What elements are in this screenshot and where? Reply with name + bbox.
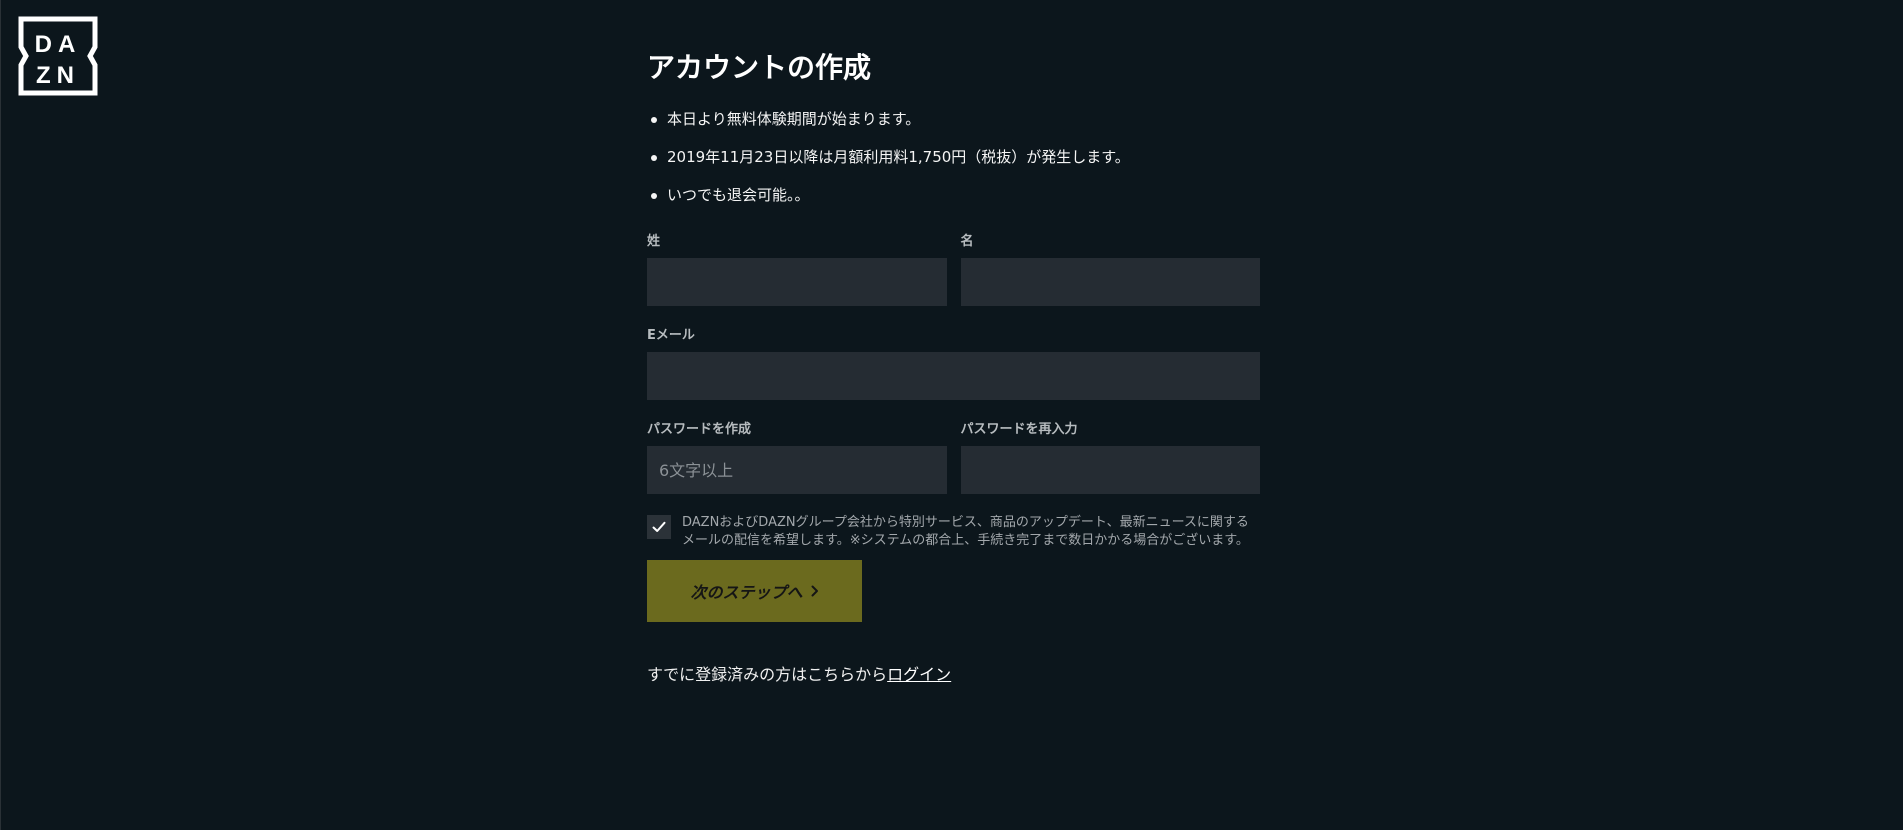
signup-page: DA ZN アカウントの作成 本日より無料体験期間が始まります。 2019年11… xyxy=(0,0,1903,830)
benefit-list: 本日より無料体験期間が始まります。 2019年11月23日以降は月額利用料1,7… xyxy=(647,108,1260,206)
password-field: パスワードを作成 xyxy=(647,422,947,494)
next-step-button[interactable]: 次のステップへ xyxy=(647,560,862,622)
password-confirm-field: パスワードを再入力 xyxy=(960,422,1260,494)
password-confirm-input[interactable] xyxy=(960,446,1260,494)
login-prompt: すでに登録済みの方はこちらからログイン xyxy=(647,664,1260,686)
checkmark-icon xyxy=(652,521,666,532)
email-row: Eメール xyxy=(647,328,1260,400)
email-input[interactable] xyxy=(647,352,1260,400)
password-confirm-label: パスワードを再入力 xyxy=(960,422,1078,437)
email-label: Eメール xyxy=(647,328,695,343)
newsletter-checkbox[interactable] xyxy=(647,515,671,539)
last-name-label: 姓 xyxy=(647,234,661,249)
login-link[interactable]: ログイン xyxy=(887,665,951,684)
dazn-logo-icon: DA ZN xyxy=(18,16,98,96)
login-prompt-text: すでに登録済みの方はこちらから xyxy=(647,665,888,684)
newsletter-consent-text: DAZNおよびDAZNグループ会社から特別サービス、商品のアップデート、最新ニュ… xyxy=(682,515,1249,548)
newsletter-consent: DAZNおよびDAZNグループ会社から特別サービス、商品のアップデート、最新ニュ… xyxy=(647,514,1260,550)
name-row: 姓 名 xyxy=(647,234,1260,306)
logo-text-bottom: ZN xyxy=(36,62,80,89)
signup-content: アカウントの作成 本日より無料体験期間が始まります。 2019年11月23日以降… xyxy=(647,48,1260,686)
benefit-item-trial: 本日より無料体験期間が始まります。 xyxy=(647,108,1260,130)
first-name-label: 名 xyxy=(960,234,974,249)
last-name-field: 姓 xyxy=(647,234,947,306)
next-step-label: 次のステップへ xyxy=(690,583,803,602)
password-input[interactable] xyxy=(647,446,947,494)
benefit-item-pricing: 2019年11月23日以降は月額利用料1,750円（税抜）が発生します。 xyxy=(647,146,1260,168)
benefit-item-cancel: いつでも退会可能。。 xyxy=(647,184,1260,206)
dazn-logo[interactable]: DA ZN xyxy=(18,16,98,96)
first-name-field: 名 xyxy=(960,234,1260,306)
signup-form: 姓 名 Eメール パスワードを作成 パスワードを再入力 DAZNおよびDAZNグ… xyxy=(647,234,1260,686)
logo-text-top: DA xyxy=(35,31,82,58)
password-row: パスワードを作成 パスワードを再入力 xyxy=(647,422,1260,494)
email-field: Eメール xyxy=(647,328,1260,400)
password-label: パスワードを作成 xyxy=(647,422,752,437)
first-name-input[interactable] xyxy=(960,258,1260,306)
last-name-input[interactable] xyxy=(647,258,947,306)
chevron-right-icon xyxy=(811,585,818,597)
page-title: アカウントの作成 xyxy=(647,51,872,84)
